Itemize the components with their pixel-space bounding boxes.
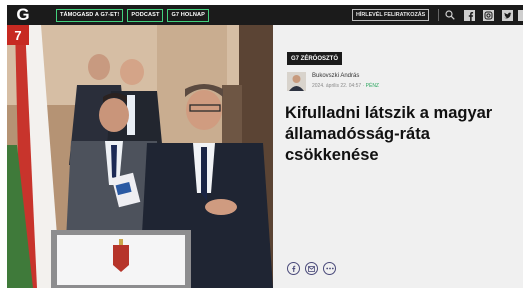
facebook-icon[interactable] <box>287 262 300 275</box>
publish-date: 2024. április 22. 04:57 <box>312 83 362 89</box>
nav-podcast-button[interactable]: PODCAST <box>127 8 164 22</box>
category-tag[interactable]: G7 ZÉRÓOSZTÓ <box>287 52 343 65</box>
nav-divider <box>438 9 439 21</box>
article-title: Kifulladni látszik a magyar államadósság… <box>285 104 493 164</box>
author-name[interactable]: Bukovszki András <box>312 73 359 79</box>
menu-icon[interactable] <box>517 9 523 21</box>
article-meta: 2024. április 22. 04:57 · PÉNZ <box>312 83 379 89</box>
author-avatar[interactable] <box>287 72 306 91</box>
nav-g7-holnap-button[interactable]: G7 HOLNAP <box>167 8 210 22</box>
hero-photo[interactable]: 7 <box>7 25 273 288</box>
newsletter-subscribe-button[interactable]: HÍRLEVÉL FELIRATKOZÁS <box>352 9 430 21</box>
more-icon[interactable] <box>323 262 336 275</box>
section-link[interactable]: PÉNZ <box>366 83 379 89</box>
top-navigation-bar: G TÁMOGASD A G7-ET! PODCAST G7 HOLNAP HÍ… <box>7 5 523 25</box>
email-icon[interactable] <box>305 262 318 275</box>
hero-photo-illustration <box>7 25 273 288</box>
facebook-icon[interactable] <box>463 9 475 21</box>
instagram-icon[interactable] <box>482 9 494 21</box>
search-icon[interactable] <box>444 9 456 21</box>
site-logo[interactable]: G <box>13 5 33 25</box>
nav-support-button[interactable]: TÁMOGASD A G7-ET! <box>56 8 124 22</box>
brand-corner-badge: 7 <box>7 25 29 45</box>
article-panel: G7 ZÉRÓOSZTÓ Bukovszki András 2024. ápri… <box>273 25 523 288</box>
twitter-icon[interactable] <box>501 9 513 21</box>
